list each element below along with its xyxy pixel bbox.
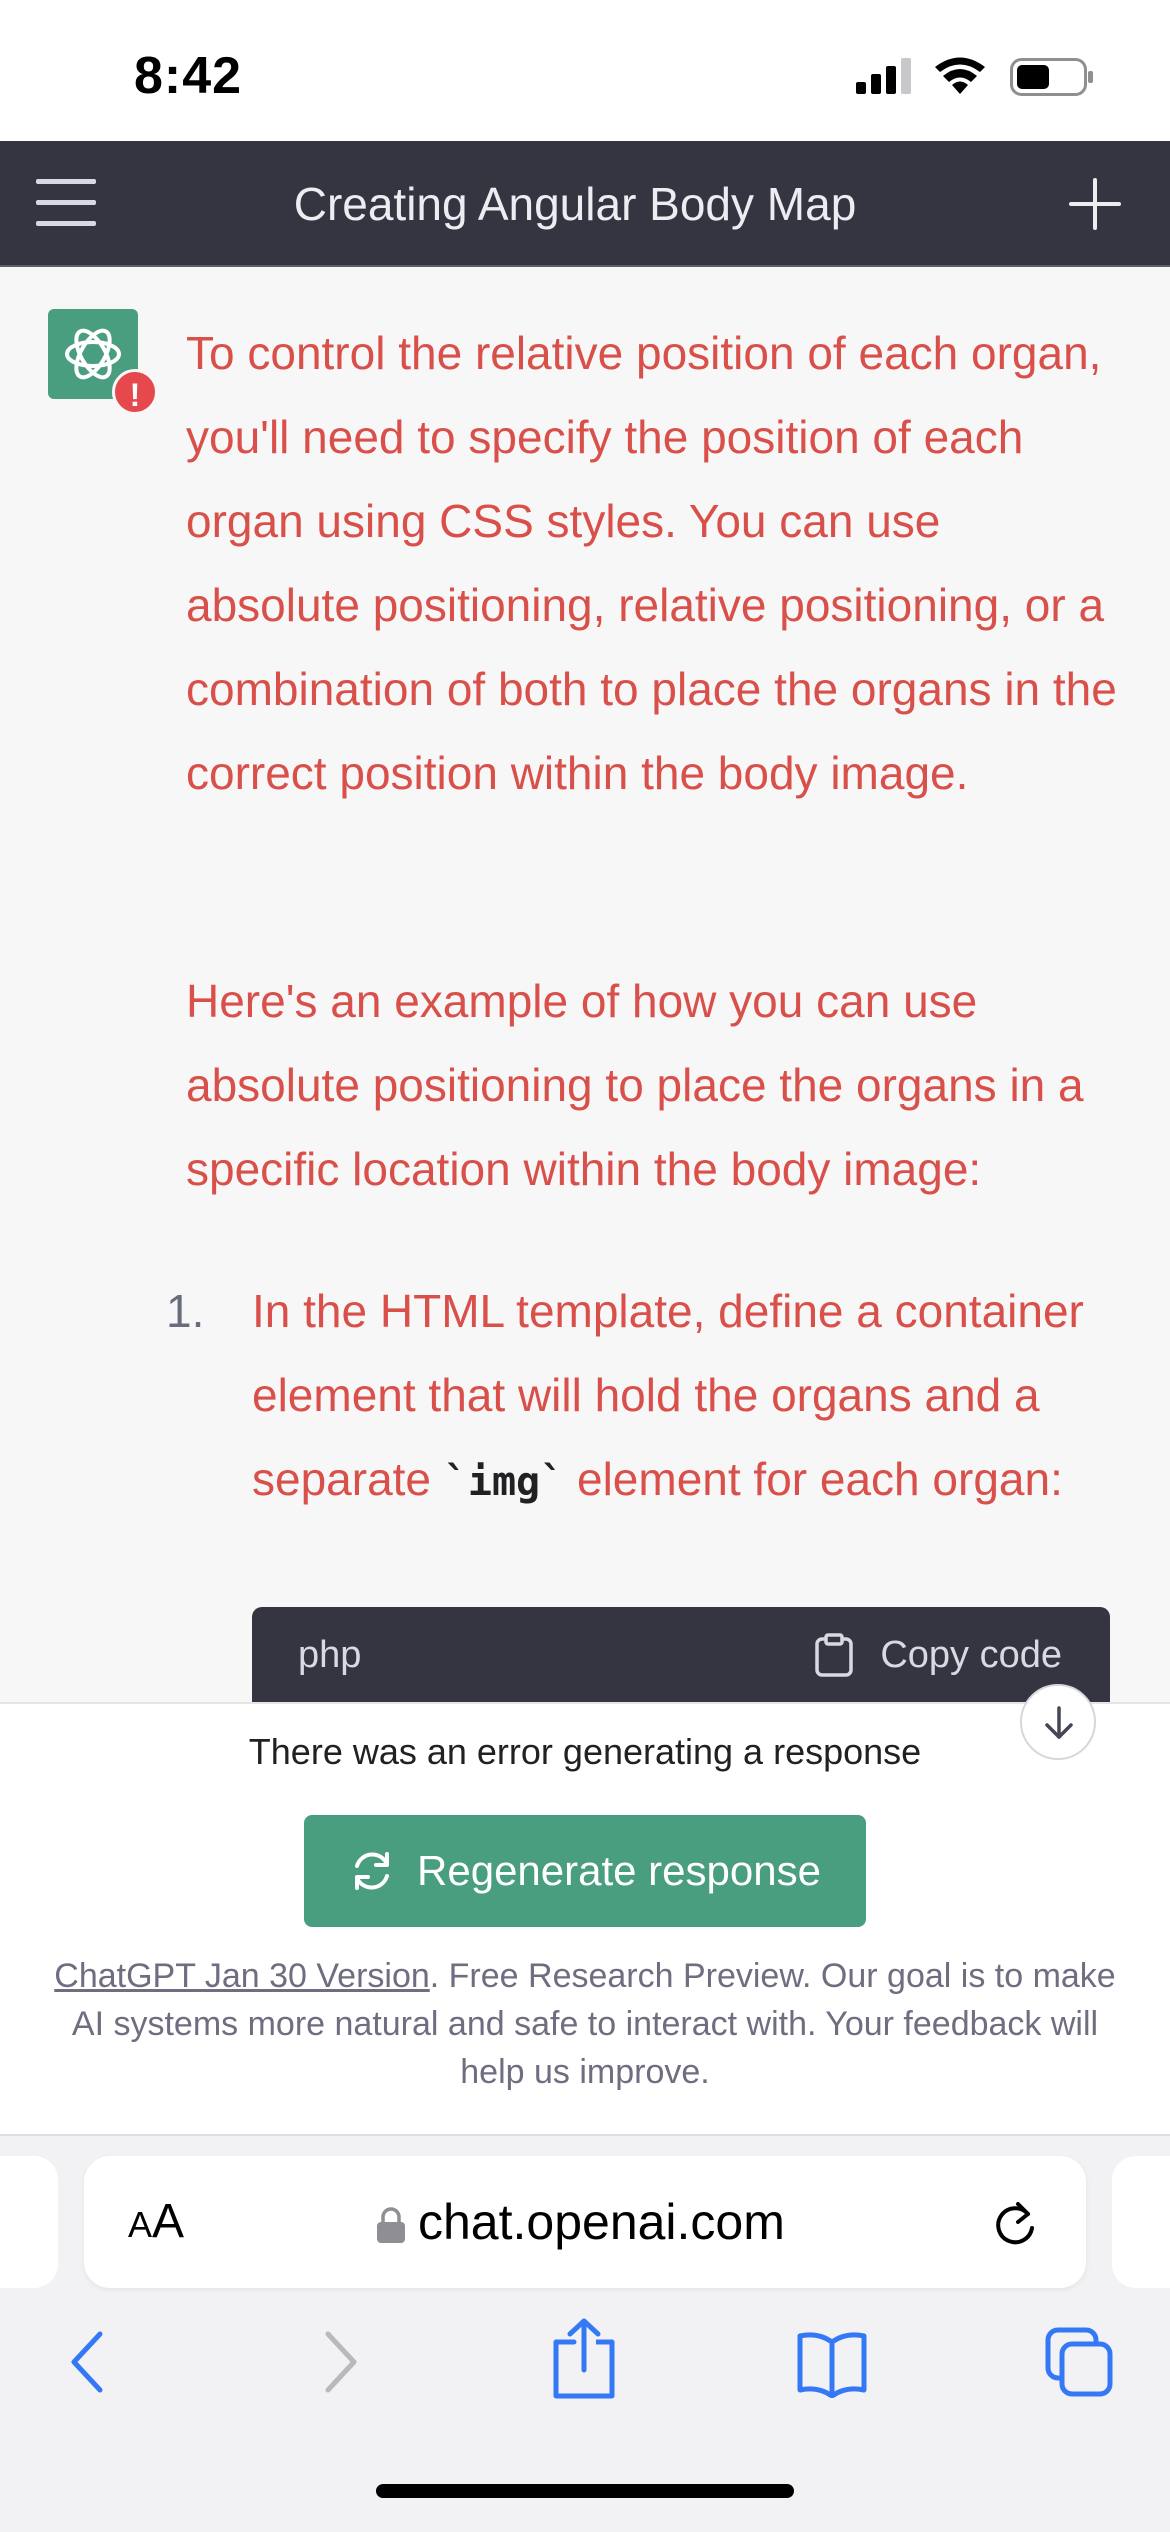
copy-code-button[interactable]: Copy code xyxy=(814,1607,1062,1702)
error-message: There was an error generating a response xyxy=(248,1731,922,1772)
error-icon: ! xyxy=(112,369,158,415)
list-number: 1. xyxy=(166,1285,205,1337)
menu-icon[interactable] xyxy=(36,179,96,227)
url-text: chat.openai.com xyxy=(418,2194,785,2250)
app-header: Creating Angular Body Map xyxy=(0,141,1170,267)
footer-disclaimer: ChatGPT Jan 30 Version. Free Research Pr… xyxy=(50,1952,1120,2096)
copy-code-label: Copy code xyxy=(880,1633,1062,1676)
list-item: In the HTML template, define a container… xyxy=(252,1269,1112,1524)
bookmarks-icon[interactable] xyxy=(796,2326,868,2398)
back-icon[interactable] xyxy=(66,2326,110,2398)
list-item-text: element for each organ: xyxy=(564,1453,1063,1505)
version-link[interactable]: ChatGPT Jan 30 Version xyxy=(54,1957,429,1995)
chat-thread: ! To control the relative position of ea… xyxy=(0,269,1170,1702)
page: 8:42 Creating Angular Body Map ! To cont… xyxy=(0,0,1170,2532)
cellular-signal-icon xyxy=(856,58,911,94)
share-icon[interactable] xyxy=(552,2318,616,2400)
reload-icon[interactable] xyxy=(992,2198,1040,2248)
home-indicator xyxy=(376,2484,794,2498)
clipboard-icon xyxy=(815,1633,854,1677)
reader-options-button[interactable]: AA xyxy=(128,2156,184,2291)
code-language: php xyxy=(298,1634,362,1676)
lock-icon xyxy=(377,2207,405,2243)
wifi-icon xyxy=(935,57,985,94)
battery-icon xyxy=(1010,58,1093,96)
plus-icon[interactable] xyxy=(1068,177,1122,231)
regenerate-label: Regenerate response xyxy=(417,1847,821,1894)
previous-tab-card[interactable] xyxy=(0,2156,58,2288)
forward-icon[interactable] xyxy=(318,2326,362,2398)
message-paragraph: Here's an example of how you can use abs… xyxy=(186,975,1084,1195)
next-tab-card[interactable] xyxy=(1112,2156,1170,2288)
status-bar: 8:42 xyxy=(0,0,1170,141)
message-paragraph: To control the relative position of each… xyxy=(186,327,1117,799)
code-block-header: php Copy code xyxy=(252,1607,1110,1702)
refresh-icon xyxy=(355,1852,390,1890)
address-bar[interactable]: AA chat.openai.com xyxy=(84,2156,1086,2288)
regenerate-response-button[interactable]: Regenerate response xyxy=(304,1815,866,1927)
tabs-icon[interactable] xyxy=(1044,2326,1114,2398)
conversation-title: Creating Angular Body Map xyxy=(293,178,857,230)
inline-code: `img` xyxy=(443,1459,565,1505)
status-time: 8:42 xyxy=(134,47,243,105)
